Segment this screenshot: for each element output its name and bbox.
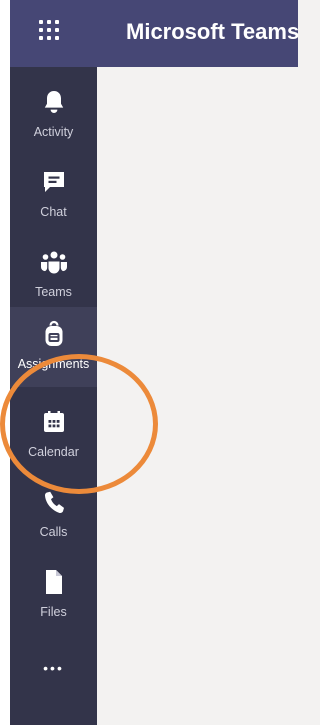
rail-item-chat[interactable]: Chat [10, 155, 97, 235]
rail-item-label: Chat [40, 205, 67, 219]
bell-icon [10, 89, 97, 115]
rail-item-label: Teams [35, 285, 72, 299]
rail-item-files[interactable]: Files [10, 555, 97, 635]
ellipsis-icon: ••• [43, 660, 64, 676]
rail-item-label: Files [40, 605, 67, 619]
annotation-highlight-circle [0, 354, 158, 494]
waffle-grid-icon[interactable] [37, 18, 61, 42]
rail-item-label: Calls [39, 525, 68, 539]
backpack-icon [10, 320, 97, 347]
window-edge [0, 0, 10, 725]
chat-icon [10, 169, 97, 195]
top-bar: Microsoft Teams [10, 0, 300, 67]
app-title: Microsoft Teams [126, 19, 300, 44]
rail-item-label: Activity [33, 125, 74, 139]
rail-item-activity[interactable]: Activity [10, 75, 97, 155]
teams-icon [10, 249, 97, 275]
more-apps-button[interactable]: ••• [10, 641, 97, 721]
file-icon [10, 569, 97, 595]
rail-item-teams[interactable]: Teams [10, 235, 97, 315]
